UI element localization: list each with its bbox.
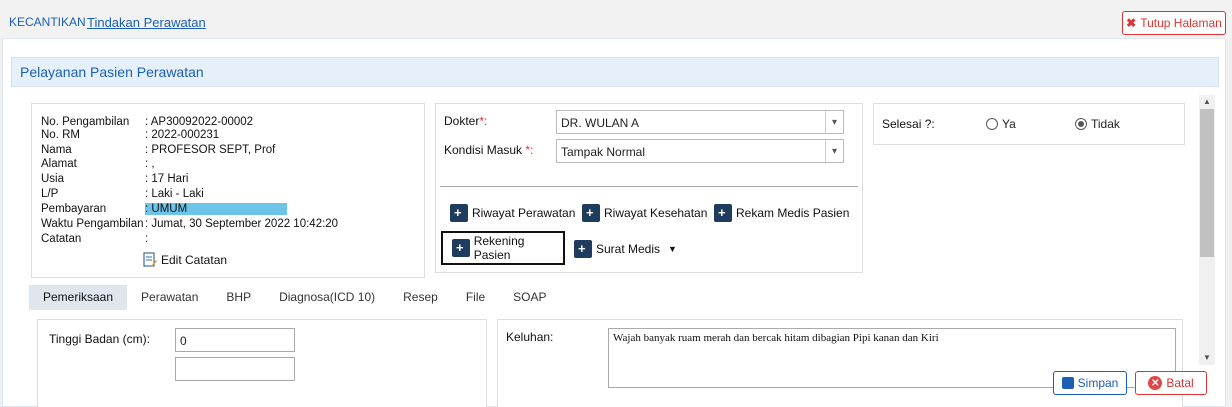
info-label: No. RM bbox=[41, 129, 80, 141]
info-value: : , bbox=[145, 158, 155, 170]
save-button[interactable]: Simpan bbox=[1053, 371, 1127, 395]
radio-no-circle[interactable] bbox=[1075, 118, 1087, 130]
radio-yes-label: Ya bbox=[1002, 117, 1016, 131]
exam-measurements-panel: Tinggi Badan (cm): 0 bbox=[37, 319, 487, 407]
health-history-icon bbox=[582, 204, 600, 222]
info-value: : Jumat, 30 September 2022 10:42:20 bbox=[145, 218, 339, 230]
medical-bag-icon bbox=[450, 204, 468, 222]
surat-medis-dropdown[interactable]: Surat Medis ▼ bbox=[574, 240, 677, 258]
surat-medis-label: Surat Medis bbox=[596, 242, 661, 256]
breadcrumb-current[interactable]: Tindakan Perawatan bbox=[87, 15, 206, 30]
info-value: : AP30092022-00002 bbox=[145, 116, 254, 128]
breadcrumb-root[interactable]: KECANTIKAN bbox=[9, 15, 86, 29]
panel-title: Pelayanan Pasien Perawatan bbox=[20, 64, 204, 80]
doctor-box: Dokter*: DR. WULAN A ▾ Kondisi Masuk *: … bbox=[435, 103, 863, 273]
scrollbar-thumb[interactable] bbox=[1200, 109, 1214, 257]
edit-note-link[interactable]: Edit Catatan bbox=[142, 252, 227, 268]
rekening-pasien-button[interactable]: Rekening Pasien bbox=[441, 231, 565, 265]
done-label: Selesai ?: bbox=[882, 117, 935, 131]
condition-value: Tampak Normal bbox=[561, 145, 646, 159]
info-label: Catatan bbox=[41, 233, 82, 245]
top-bar: KECANTIKAN Tindakan Perawatan ✖ Tutup Ha… bbox=[0, 0, 1232, 38]
riwayat-perawatan-button[interactable]: Riwayat Perawatan bbox=[450, 204, 575, 222]
edit-document-icon bbox=[143, 252, 157, 267]
info-label: No. Pengambilan bbox=[41, 116, 130, 128]
tab-pemeriksaan[interactable]: Pemeriksaan bbox=[29, 285, 128, 310]
info-value: : PROFESOR SEPT, Prof bbox=[145, 144, 276, 156]
caret-down-icon: ▼ bbox=[668, 244, 677, 254]
tab-bhp[interactable]: BHP bbox=[212, 285, 265, 310]
complaint-value: Wajah banyak ruam merah dan bercak hitam… bbox=[613, 332, 939, 344]
info-label: L/P bbox=[41, 188, 59, 200]
cancel-label: Batal bbox=[1166, 376, 1194, 390]
scroll-down-icon[interactable]: ▼ bbox=[1203, 353, 1211, 362]
rekening-pasien-label: Rekening Pasien bbox=[473, 234, 525, 262]
info-label: Alamat bbox=[41, 158, 77, 170]
complaint-label: Keluhan: bbox=[506, 330, 554, 344]
patient-account-icon bbox=[452, 239, 470, 257]
save-icon bbox=[1061, 377, 1074, 389]
medical-record-icon bbox=[714, 204, 732, 222]
medical-letter-icon bbox=[574, 240, 592, 258]
info-value: : 2022-000231 bbox=[145, 129, 220, 141]
doctor-label: Dokter*: bbox=[444, 114, 488, 128]
info-value: : Laki - Laki bbox=[145, 188, 204, 200]
rekam-medis-label: Rekam Medis Pasien bbox=[736, 206, 850, 220]
doctor-select[interactable]: DR. WULAN A ▾ bbox=[556, 110, 844, 134]
height-input[interactable]: 0 bbox=[175, 328, 295, 352]
height-value: 0 bbox=[180, 334, 187, 348]
cancel-icon: ✕ bbox=[1148, 376, 1163, 390]
divider bbox=[440, 186, 858, 187]
radio-no-label: Tidak bbox=[1091, 117, 1120, 131]
tab-resep[interactable]: Resep bbox=[389, 285, 452, 310]
main-card: Pelayanan Pasien Perawatan No. Pengambil… bbox=[2, 38, 1226, 407]
scrollbar[interactable]: ▲ ▼ bbox=[1199, 95, 1215, 365]
save-label: Simpan bbox=[1077, 376, 1119, 390]
riwayat-kesehatan-label: Riwayat Kesehatan bbox=[604, 206, 708, 220]
edit-note-label: Edit Catatan bbox=[161, 253, 228, 267]
radio-yes[interactable]: Ya bbox=[986, 117, 1016, 131]
radio-yes-circle[interactable] bbox=[986, 118, 998, 130]
info-value: : bbox=[145, 233, 149, 245]
tab-soap[interactable]: SOAP bbox=[499, 285, 560, 310]
scroll-up-icon[interactable]: ▲ bbox=[1203, 97, 1211, 106]
info-label: Usia bbox=[41, 173, 65, 185]
tab-diagnosa[interactable]: Diagnosa(ICD 10) bbox=[265, 285, 389, 310]
info-value: : 17 Hari bbox=[145, 173, 189, 185]
chevron-down-icon: ▾ bbox=[825, 140, 843, 162]
rekam-medis-button[interactable]: Rekam Medis Pasien bbox=[714, 204, 849, 222]
condition-label: Kondisi Masuk *: bbox=[444, 143, 534, 157]
close-page-button[interactable]: ✖ Tutup Halaman bbox=[1122, 11, 1226, 35]
doctor-value: DR. WULAN A bbox=[561, 116, 640, 130]
completion-box: Selesai ?: Ya Tidak bbox=[873, 103, 1185, 145]
tab-file[interactable]: File bbox=[452, 285, 499, 310]
tab-perawatan[interactable]: Perawatan bbox=[127, 285, 212, 310]
tab-bar: Pemeriksaan Perawatan BHP Diagnosa(ICD 1… bbox=[29, 285, 561, 310]
panel-header: Pelayanan Pasien Perawatan bbox=[11, 57, 1219, 87]
info-label: Nama bbox=[41, 144, 72, 156]
info-label: Pembayaran bbox=[41, 203, 107, 215]
riwayat-perawatan-label: Riwayat Perawatan bbox=[472, 206, 576, 220]
condition-select[interactable]: Tampak Normal ▾ bbox=[556, 139, 844, 163]
height-label: Tinggi Badan (cm): bbox=[49, 332, 150, 346]
close-icon: ✖ bbox=[1126, 16, 1137, 30]
cancel-button[interactable]: ✕ Batal bbox=[1135, 371, 1207, 395]
riwayat-kesehatan-button[interactable]: Riwayat Kesehatan bbox=[582, 204, 707, 222]
chevron-down-icon: ▾ bbox=[825, 111, 843, 133]
close-page-label: Tutup Halaman bbox=[1140, 16, 1222, 30]
radio-no[interactable]: Tidak bbox=[1075, 117, 1120, 131]
patient-info-box: No. Pengambilan : AP30092022-00002 No. R… bbox=[31, 103, 425, 278]
next-measurement-input[interactable] bbox=[175, 357, 295, 381]
info-label: Waktu Pengambilan bbox=[41, 218, 144, 230]
payment-value: : UMUM bbox=[145, 203, 288, 215]
